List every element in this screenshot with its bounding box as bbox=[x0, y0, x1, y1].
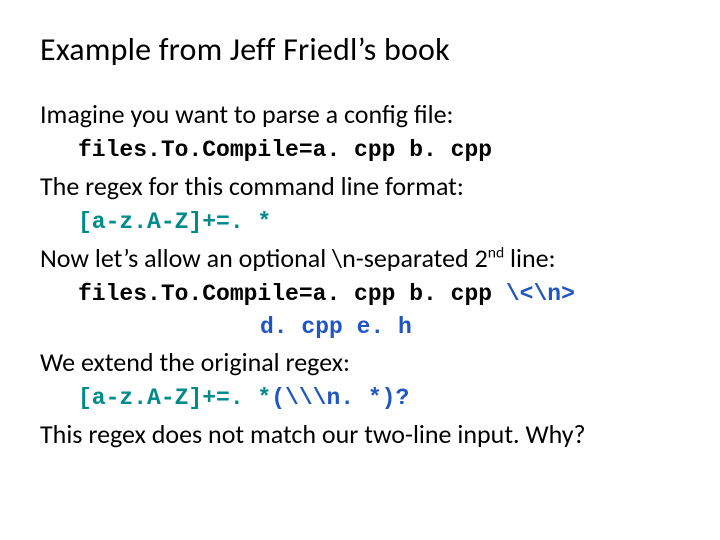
code-regex-2: [a-z.A-Z]+=. *(\\\n. *)? bbox=[78, 384, 680, 413]
code-regex-1: [a-z.A-Z]+=. * bbox=[78, 208, 680, 237]
code-regex-original: [a-z.A-Z]+=. * bbox=[78, 385, 271, 411]
paragraph: Now let’s allow an optional \n-separated… bbox=[40, 241, 680, 276]
code-config-line: files.To.Compile=a. cpp b. cpp bbox=[78, 136, 680, 165]
code-text: files.To.Compile=a. cpp b. cpp bbox=[78, 281, 506, 307]
text: line: bbox=[504, 242, 555, 274]
paragraph: We extend the original regex: bbox=[40, 345, 680, 380]
ordinal-suffix: nd bbox=[488, 243, 504, 262]
slide-title: Example from Jeff Friedl’s book bbox=[40, 30, 680, 69]
paragraph-question: This regex does not match our two-line i… bbox=[40, 417, 680, 452]
code-config-multiline-1: files.To.Compile=a. cpp b. cpp \<\n> bbox=[78, 280, 680, 309]
paragraph: The regex for this command line format: bbox=[40, 169, 680, 204]
slide: Example from Jeff Friedl’s book Imagine … bbox=[0, 0, 720, 474]
code-config-multiline-2: d. cpp e. h bbox=[260, 313, 680, 342]
paragraph: Imagine you want to parse a config file: bbox=[40, 97, 680, 132]
text: Now let’s allow an optional \n-separated… bbox=[40, 242, 488, 274]
code-regex-extension: (\\\n. *)? bbox=[271, 385, 409, 411]
code-newline-marker: \<\n> bbox=[506, 281, 575, 307]
